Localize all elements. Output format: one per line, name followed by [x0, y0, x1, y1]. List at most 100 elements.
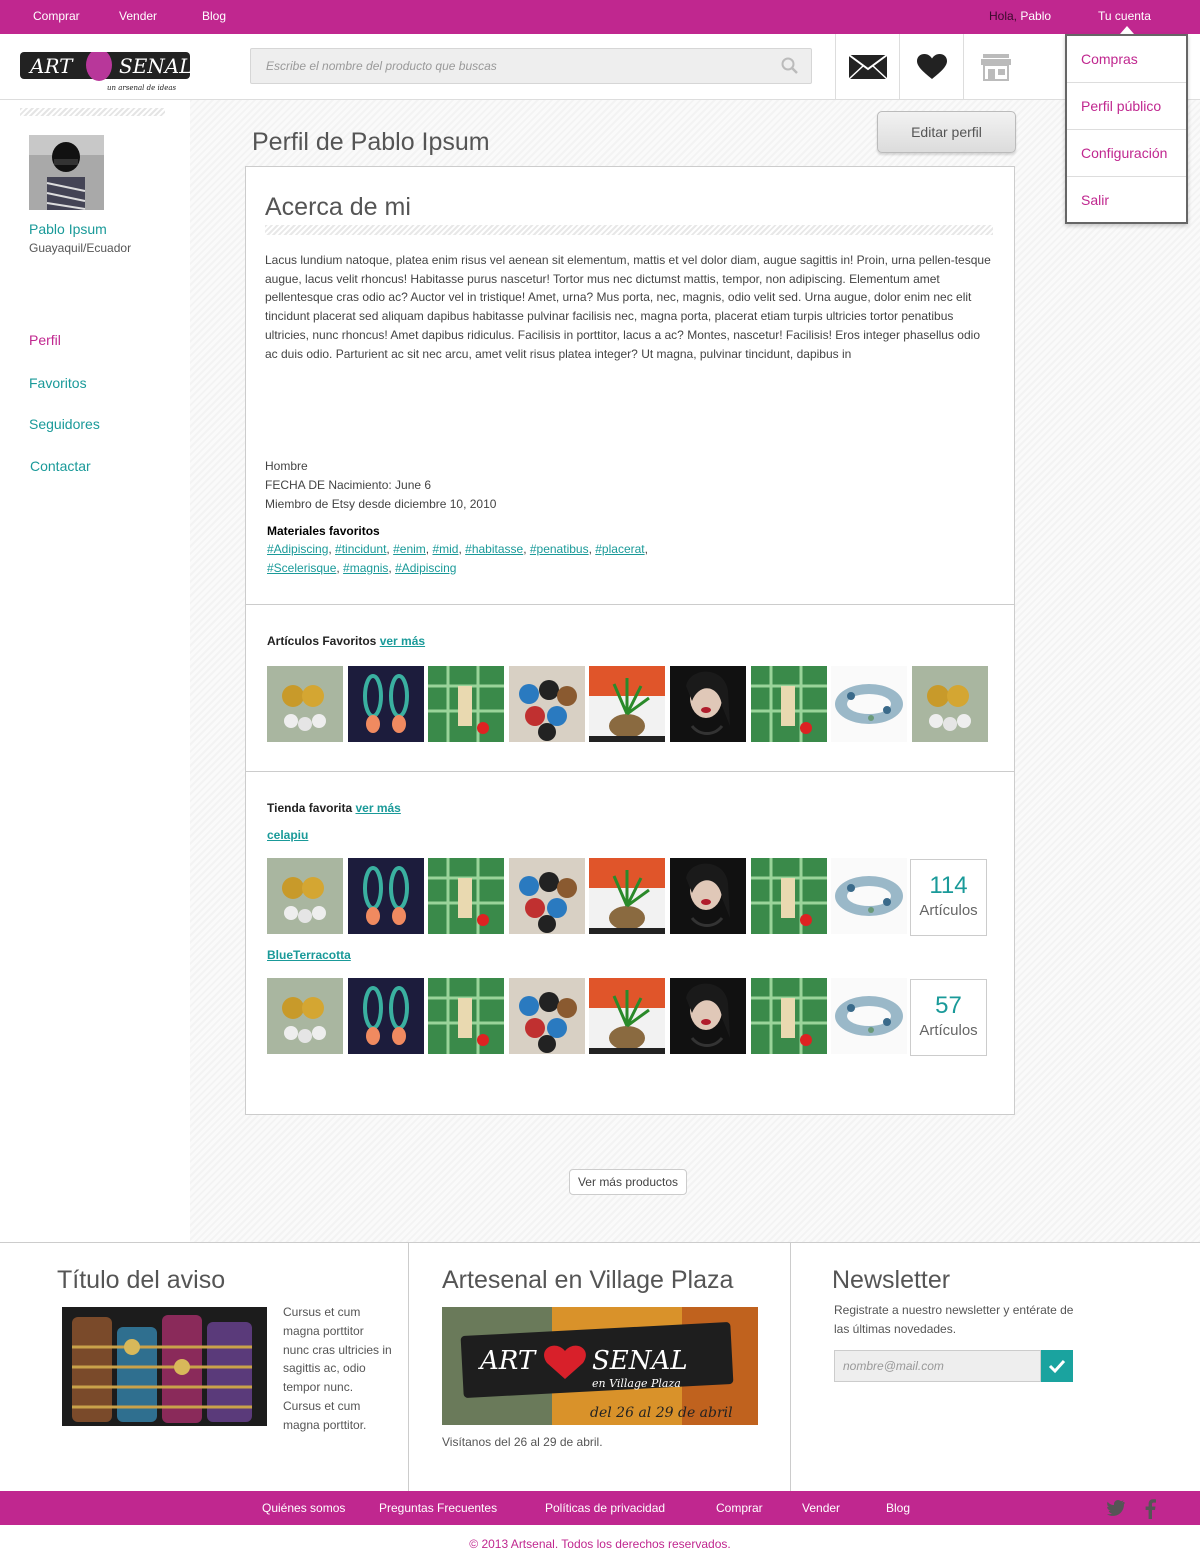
footer-link-vender[interactable]: Vender [802, 1501, 840, 1515]
product-thumbnail[interactable] [589, 858, 666, 934]
product-thumbnail[interactable] [831, 978, 908, 1054]
product-thumbnail[interactable] [750, 978, 827, 1054]
newsletter-text: Registrate a nuestro newsletter y entéra… [834, 1303, 1074, 1336]
newsletter-email-input[interactable] [834, 1350, 1041, 1382]
about-text: Lacus lundium natoque, platea enim risus… [265, 253, 991, 361]
product-thumbnail[interactable] [347, 978, 424, 1054]
profile-card: Acerca de mi Lacus lundium natoque, plat… [245, 166, 1015, 1115]
product-thumbnail[interactable] [428, 858, 505, 934]
product-thumbnail[interactable] [347, 858, 424, 934]
svg-text:en Village Plaza: en Village Plaza [592, 1377, 681, 1390]
page-title: Perfil de Pablo Ipsum [252, 128, 490, 156]
product-thumbnail[interactable] [267, 666, 343, 742]
sidebar-item-perfil[interactable]: Perfil [29, 332, 61, 348]
search-input[interactable] [251, 49, 771, 83]
favorites-more-link[interactable]: ver más [380, 634, 425, 648]
product-thumbnail[interactable] [831, 666, 908, 742]
footer-link-faq[interactable]: Preguntas Frecuentes [379, 1501, 497, 1515]
newsletter-title: Newsletter [832, 1266, 951, 1294]
materials-tags: #Adipiscing, #tincidunt, #enim, #mid, #h… [267, 542, 648, 575]
product-thumbnail[interactable] [347, 666, 424, 742]
event-banner[interactable]: ART SENAL en Village Plaza del 26 al 29 … [442, 1307, 758, 1425]
material-tag[interactable]: #mid [432, 542, 458, 556]
product-thumbnail[interactable] [508, 858, 585, 934]
nav-blog[interactable]: Blog [202, 9, 226, 23]
event-title: Artesenal en Village Plaza [442, 1266, 734, 1294]
menu-item-salir[interactable]: Salir [1067, 177, 1186, 224]
ad-title: Título del aviso [57, 1266, 226, 1294]
decorative-hatch [265, 225, 993, 235]
sidebar-item-favoritos[interactable]: Favoritos [29, 375, 87, 391]
favorites-button[interactable] [899, 34, 963, 100]
newsletter-submit-button[interactable] [1041, 1350, 1073, 1382]
material-tag[interactable]: #penatibus [530, 542, 589, 556]
decorative-hatch [20, 108, 165, 116]
nav-vender[interactable]: Vender [119, 9, 157, 23]
divider [246, 771, 1014, 772]
product-thumbnail[interactable] [831, 858, 908, 934]
artsenal-logo[interactable]: ART SENAL un arsenal de ideas [20, 52, 198, 106]
product-thumbnail[interactable] [670, 858, 746, 934]
ad-image[interactable] [62, 1307, 267, 1426]
user-name[interactable]: Pablo Ipsum [29, 221, 107, 237]
menu-item-perfil-publico[interactable]: Perfil público [1067, 83, 1186, 130]
menu-item-compras[interactable]: Compras [1067, 36, 1186, 83]
account-menu-toggle[interactable]: Tu cuenta [1098, 9, 1151, 23]
product-thumbnail[interactable] [589, 666, 666, 742]
logo-tagline: un arsenal de ideas [107, 84, 177, 92]
svg-text:del 26 al 29 de abril: del 26 al 29 de abril [590, 1405, 733, 1421]
footer-navbar: Quiénes somos Preguntas Frecuentes Polít… [0, 1491, 1200, 1525]
material-tag[interactable]: #placerat [595, 542, 644, 556]
material-tag[interactable]: #enim [393, 542, 426, 556]
sidebar-item-seguidores[interactable]: Seguidores [29, 416, 100, 432]
product-thumbnail[interactable] [670, 666, 746, 742]
material-tag[interactable]: #magnis [343, 561, 388, 575]
dropdown-caret [1120, 26, 1134, 34]
menu-item-configuracion[interactable]: Configuración [1067, 130, 1186, 177]
shop-item-count[interactable]: 57 Artículos [910, 979, 987, 1056]
gender: Hombre [265, 459, 308, 473]
footer-link-privacidad[interactable]: Políticas de privacidad [545, 1501, 665, 1515]
sidebar-item-contactar[interactable]: Contactar [30, 458, 91, 474]
footer-link-comprar[interactable]: Comprar [716, 1501, 763, 1515]
shop-name[interactable]: celapiu [267, 828, 308, 842]
material-tag[interactable]: #Adipiscing [395, 561, 456, 575]
about-heading: Acerca de mi [265, 193, 411, 221]
product-thumbnail[interactable] [750, 666, 827, 742]
svg-text:SENAL: SENAL [119, 54, 193, 78]
product-thumbnail[interactable] [428, 666, 505, 742]
product-thumbnail[interactable] [750, 858, 827, 934]
product-thumbnail[interactable] [267, 978, 343, 1054]
footer-link-quienes-somos[interactable]: Quiénes somos [262, 1501, 345, 1515]
product-thumbnail[interactable] [911, 666, 988, 742]
search-icon[interactable] [781, 57, 799, 75]
product-thumbnail[interactable] [267, 858, 343, 934]
product-thumbnail[interactable] [508, 978, 585, 1054]
product-thumbnail[interactable] [428, 978, 505, 1054]
material-tag[interactable]: #habitasse [465, 542, 523, 556]
product-thumbnail[interactable] [589, 978, 666, 1054]
edit-profile-button[interactable]: Editar perfil [877, 111, 1016, 153]
greeting[interactable]: Hola, Pablo [989, 9, 1051, 23]
event-panel: Artesenal en Village Plaza ART SENAL en … [409, 1242, 791, 1491]
account-dropdown: Compras Perfil público Configuración Sal… [1065, 34, 1188, 224]
shop-item-count[interactable]: 114 Artículos [910, 859, 987, 936]
shop-name[interactable]: BlueTerracotta [267, 948, 351, 962]
avatar[interactable] [29, 135, 104, 210]
material-tag[interactable]: #Adipiscing [267, 542, 328, 556]
facebook-icon[interactable] [1144, 1499, 1156, 1522]
material-tag[interactable]: #Scelerisque [267, 561, 336, 575]
product-thumbnail[interactable] [670, 978, 746, 1054]
footer-link-blog[interactable]: Blog [886, 1501, 910, 1515]
nav-comprar[interactable]: Comprar [33, 9, 80, 23]
messages-button[interactable] [835, 34, 899, 100]
shops-more-link[interactable]: ver más [355, 801, 400, 815]
more-products-button[interactable]: Ver más productos [569, 1169, 687, 1195]
copyright: © 2013 Artsenal. Todos los derechos rese… [469, 1537, 731, 1551]
ad-text: Cursus et cum magna porttitor nunc cras … [283, 1305, 392, 1432]
material-tag[interactable]: #tincidunt [335, 542, 386, 556]
twitter-icon[interactable] [1107, 1500, 1127, 1519]
user-location: Guayaquil/Ecuador [29, 241, 132, 255]
store-button[interactable] [963, 34, 1027, 100]
product-thumbnail[interactable] [508, 666, 585, 742]
